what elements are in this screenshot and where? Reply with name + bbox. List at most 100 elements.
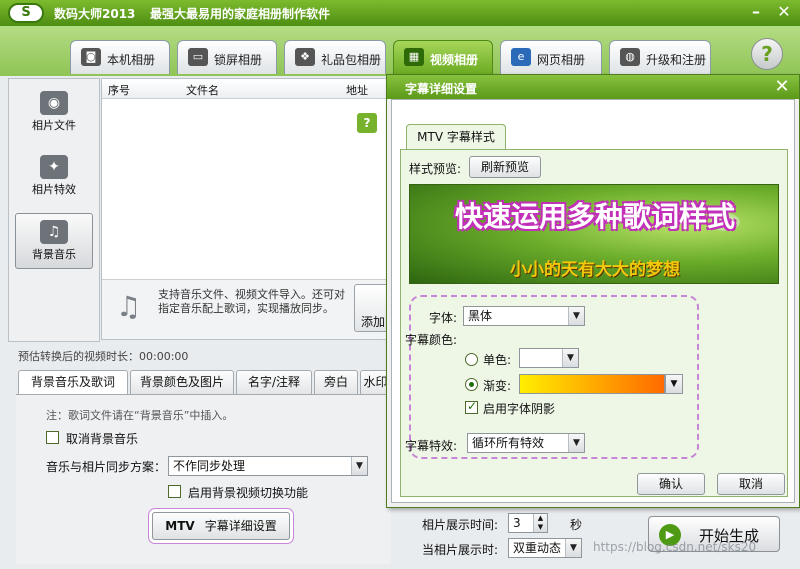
user-icon: ◙ [81, 48, 101, 66]
subtitle-color-label: 字幕颜色: [405, 333, 458, 347]
file-list[interactable]: 序号 文件名 地址 ♫ 支持音乐文件、视频文件导入。还可对指定音乐配上歌词，实现… [101, 78, 394, 340]
subtitle-effect-select[interactable]: 循环所有特效 ▼ [467, 433, 585, 453]
preview-label: 样式预览: [409, 162, 462, 176]
single-color-radio[interactable] [465, 353, 478, 366]
minimize-icon[interactable]: – [748, 4, 764, 21]
chevron-down-icon[interactable]: ▼ [568, 434, 584, 452]
bg-video-switch-checkbox[interactable] [168, 485, 181, 498]
subtitle-settings-dialog: 字幕详细设置 ✕ MTV 字幕样式 样式预览: 刷新预览 快速运用多种歌词样式 … [386, 74, 800, 508]
tab-lockscreen-album[interactable]: ▭ 锁屏相册 [177, 40, 277, 74]
font-label: 字体: [429, 311, 458, 325]
confirm-button[interactable]: 确认 [637, 473, 705, 495]
close-icon[interactable]: ✕ [771, 77, 793, 97]
tab-label: 礼品包相册 [321, 53, 382, 67]
transition-select[interactable]: 双重动态 ▼ [508, 538, 582, 558]
gradient-color-label: 渐变: [483, 379, 512, 393]
tab-mtv-subtitle-style[interactable]: MTV 字幕样式 [406, 124, 506, 150]
watermark: https://blog.csdn.net/sks20 [593, 540, 757, 554]
style-preview-image: 快速运用多种歌词样式 小小的天有大大的梦想 [409, 184, 779, 284]
app-window: S 数码大师2013 最强大最易用的家庭相册制作软件 – ✕ ◙ 本机相册 ▭ … [0, 0, 800, 569]
sync-help-button[interactable]: ? [357, 113, 377, 133]
tab-label: 网页相册 [537, 53, 586, 67]
effects-icon: ✦ [40, 155, 68, 179]
transition-label: 当相片展示时: [422, 543, 499, 557]
gift-icon: ❖ [295, 48, 315, 66]
tab-narration[interactable]: 旁白 [314, 370, 358, 394]
single-color-select[interactable]: ▼ [519, 348, 579, 368]
subtitle-style-panel: 样式预览: 刷新预览 快速运用多种歌词样式 小小的天有大大的梦想 [400, 149, 788, 497]
sync-plan-select[interactable]: 不作同步处理 ▼ [168, 456, 368, 476]
music-note-icon: ♫ [116, 290, 142, 323]
help-button[interactable]: ? [751, 38, 783, 70]
tab-web-album[interactable]: e 网页相册 [500, 40, 602, 74]
sidebar-item-photo-files[interactable]: ◉ 相片文件 [15, 85, 93, 141]
monitor-icon: ▭ [188, 48, 208, 66]
transition-value: 双重动态 [513, 541, 562, 555]
column-index[interactable]: 序号 [108, 82, 130, 98]
column-filename[interactable]: 文件名 [186, 82, 219, 98]
dialog-title-bar: 字幕详细设置 ✕ [387, 75, 799, 99]
tab-label: 升级和注册 [646, 53, 707, 67]
title-bar: S 数码大师2013 最强大最易用的家庭相册制作软件 – ✕ [0, 0, 800, 26]
preview-lyric-line-1: 快速运用多种歌词样式 [454, 200, 735, 233]
tab-label: 锁屏相册 [214, 53, 263, 67]
app-title: 数码大师2013 [54, 7, 136, 21]
import-hint: 支持音乐文件、视频文件导入。还可对指定音乐配上歌词，实现播放同步。 [158, 288, 345, 315]
sidebar-item-photo-effects[interactable]: ✦ 相片特效 [15, 149, 93, 205]
cancel-bg-music-label: 取消背景音乐 [66, 432, 139, 446]
list-header: 序号 文件名 地址 [102, 79, 390, 99]
estimated-duration: 预估转换后的视频时长：00:00:00 [18, 350, 189, 363]
gradient-color-swatch[interactable] [519, 374, 665, 394]
chevron-down-icon[interactable]: ▼ [562, 349, 578, 367]
font-shadow-checkbox[interactable] [465, 399, 478, 414]
display-time-label: 相片展示时间: [422, 518, 499, 532]
chevron-down-icon[interactable]: ▼ [665, 374, 683, 394]
main-toolbar: ◙ 本机相册 ▭ 锁屏相册 ❖ 礼品包相册 ▦ 视频相册 e 网页相册 ◍ 升级… [0, 26, 800, 76]
dialog-title: 字幕详细设置 [405, 82, 478, 96]
column-address[interactable]: 地址 [346, 82, 368, 98]
effect-value: 循环所有特效 [472, 436, 545, 450]
font-value: 黑体 [468, 309, 493, 323]
music-icon: ♫ [40, 220, 68, 244]
globe-icon: ◍ [620, 48, 640, 66]
tab-video-album[interactable]: ▦ 视频相册 [393, 40, 493, 74]
tab-gift-album[interactable]: ❖ 礼品包相册 [284, 40, 386, 74]
ie-icon: e [511, 48, 531, 66]
preview-lyric-line-2: 小小的天有大大的梦想 [510, 260, 680, 280]
tab-label: 视频相册 [430, 53, 479, 67]
list-footer: ♫ 支持音乐文件、视频文件导入。还可对指定音乐配上歌词，实现播放同步。 添加 [102, 279, 394, 339]
chevron-down-icon[interactable]: ▼ [568, 307, 584, 325]
sync-plan-value: 不作同步处理 [173, 459, 246, 473]
subtitle-detail-settings-button[interactable]: MTV 字幕详细设置 [152, 512, 290, 540]
sidebar-item-label: 背景音乐 [32, 248, 76, 261]
camera-icon: ◉ [40, 91, 68, 115]
app-slogan: 最强大最易用的家庭相册制作软件 [150, 7, 331, 21]
spinner-arrows-icon[interactable]: ▲ ▼ [533, 514, 547, 532]
subtitle-settings-label: 字幕详细设置 [204, 519, 277, 533]
tab-name-annotation[interactable]: 名字/注释 [236, 370, 312, 394]
cancel-button[interactable]: 取消 [717, 473, 785, 495]
tab-label: 本机相册 [107, 53, 156, 67]
font-shadow-label: 启用字体阴影 [483, 402, 556, 416]
tab-bg-color-image[interactable]: 背景颜色及图片 [130, 370, 234, 394]
generate-area: 相片展示时间: 3 ▲ ▼ 秒 当相片展示时: 双重动态 ▼ ▶ 开始生成 [392, 508, 792, 566]
app-logo: S [8, 3, 44, 23]
tab-bg-music-lyrics[interactable]: 背景音乐及歌词 [18, 370, 128, 395]
gradient-color-radio[interactable] [465, 378, 478, 391]
tab-upgrade-register[interactable]: ◍ 升级和注册 [609, 40, 711, 74]
chevron-down-icon[interactable]: ▼ [351, 457, 367, 475]
display-time-spinner[interactable]: 3 ▲ ▼ [508, 513, 548, 533]
refresh-preview-button[interactable]: 刷新预览 [469, 156, 541, 178]
display-time-unit: 秒 [570, 518, 583, 532]
sidebar: ◉ 相片文件 ✦ 相片特效 ♫ 背景音乐 [8, 78, 100, 342]
font-select[interactable]: 黑体 ▼ [463, 306, 585, 326]
subtitle-effect-label: 字幕特效: [405, 439, 458, 453]
sync-plan-label: 音乐与相片同步方案： [46, 460, 167, 474]
close-icon[interactable]: ✕ [776, 4, 792, 21]
sidebar-item-label: 相片文件 [32, 119, 76, 132]
tab-local-album[interactable]: ◙ 本机相册 [70, 40, 170, 74]
cancel-bg-music-checkbox[interactable] [46, 431, 59, 444]
sidebar-item-background-music[interactable]: ♫ 背景音乐 [15, 213, 93, 269]
mtv-label: MTV [165, 519, 195, 533]
chevron-down-icon[interactable]: ▼ [565, 539, 581, 557]
